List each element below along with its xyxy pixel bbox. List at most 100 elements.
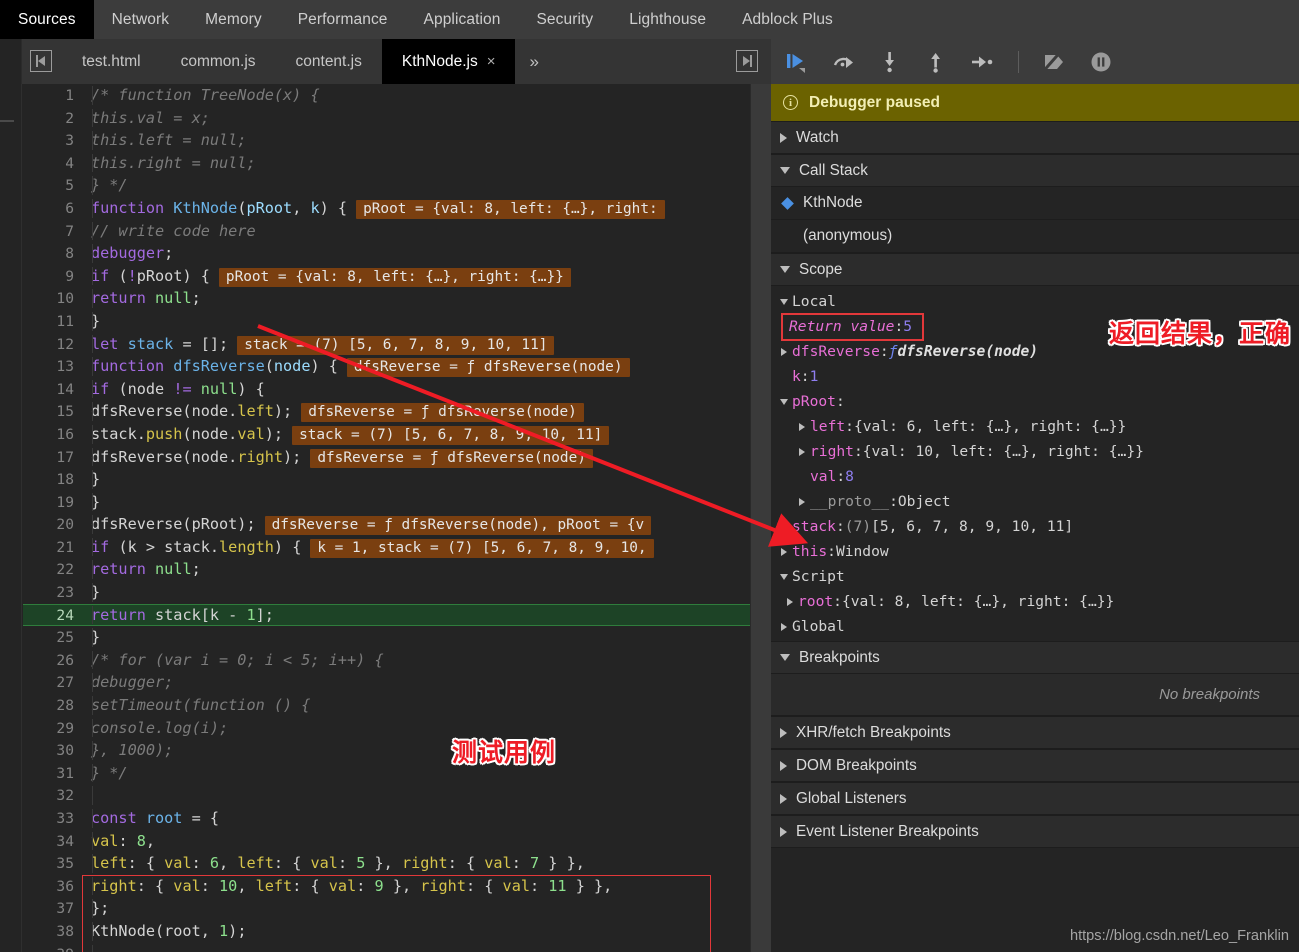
code-line[interactable]: 29 console.log(i); xyxy=(23,717,750,740)
line-number[interactable]: 13 xyxy=(23,356,83,379)
code-line[interactable]: 4 this.right = null; xyxy=(23,152,750,175)
code-line[interactable]: 12 let stack = []; stack = (7) [5, 6, 7, … xyxy=(23,333,750,356)
code-line[interactable]: 37}; xyxy=(23,897,750,920)
panel-tab-sources[interactable]: Sources xyxy=(0,0,94,39)
section-watch[interactable]: Watch xyxy=(771,121,1299,154)
code-line[interactable]: 35 left: { val: 6, left: { val: 5 }, rig… xyxy=(23,852,750,875)
line-number[interactable]: 33 xyxy=(23,808,83,831)
line-number[interactable]: 9 xyxy=(23,266,83,289)
code-line[interactable]: 8 debugger; xyxy=(23,242,750,265)
resume-script-icon[interactable] xyxy=(783,47,813,77)
line-number[interactable]: 2 xyxy=(23,108,83,131)
step-out-icon[interactable] xyxy=(921,47,951,77)
file-tab-content-js[interactable]: content.js xyxy=(276,39,382,84)
expand-toggle[interactable] xyxy=(775,398,792,405)
panel-tab-network[interactable]: Network xyxy=(94,0,188,39)
scope-row[interactable]: dfsReverse: ƒ dfsReverse(node) xyxy=(771,339,1299,364)
code-line[interactable]: 17 dfsReverse(node.right); dfsReverse = ƒ… xyxy=(23,446,750,469)
line-number[interactable]: 24 xyxy=(23,605,83,628)
panel-tab-lighthouse[interactable]: Lighthouse xyxy=(611,0,724,39)
scope-child-row[interactable]: val: 8 xyxy=(771,464,1299,489)
section-event-listener-breakpoints[interactable]: Event Listener Breakpoints xyxy=(771,815,1299,848)
line-number[interactable]: 29 xyxy=(23,718,83,741)
code-line[interactable]: 19 } xyxy=(23,491,750,514)
line-number[interactable]: 34 xyxy=(23,831,83,854)
line-number[interactable]: 15 xyxy=(23,401,83,424)
scope-row[interactable]: pRoot: xyxy=(771,389,1299,414)
code-line[interactable]: 20 dfsReverse(pRoot); dfsReverse = ƒ dfsR… xyxy=(23,513,750,536)
scope-local-header[interactable]: Local xyxy=(771,289,1299,314)
line-number[interactable]: 6 xyxy=(23,198,83,221)
scope-child-row[interactable]: __proto__: Object xyxy=(771,489,1299,514)
line-number[interactable]: 36 xyxy=(23,876,83,899)
scope-body[interactable]: Local Return value: 5 dfsReverse: ƒ dfsRev… xyxy=(771,286,1299,641)
pause-on-exceptions-icon[interactable] xyxy=(1086,47,1116,77)
file-tab-kthnode-js[interactable]: KthNode.js × xyxy=(381,39,516,84)
line-number[interactable]: 18 xyxy=(23,469,83,492)
line-number[interactable]: 37 xyxy=(23,898,83,921)
line-number[interactable]: 23 xyxy=(23,582,83,605)
code-lines[interactable]: 1 /* function TreeNode(x) {2 this.val = x… xyxy=(23,84,750,952)
code-line[interactable]: 36 right: { val: 10, left: { val: 9 }, r… xyxy=(23,875,750,898)
line-number[interactable]: 30 xyxy=(23,740,83,763)
panel-tab-adblock-plus[interactable]: Adblock Plus xyxy=(724,0,851,39)
expand-toggle[interactable] xyxy=(775,622,792,631)
section-breakpoints[interactable]: Breakpoints xyxy=(771,641,1299,674)
line-number[interactable]: 32 xyxy=(23,785,83,808)
expand-toggle[interactable] xyxy=(775,298,792,305)
inline-value[interactable]: dfsReverse = ƒ dfsReverse(node) xyxy=(310,448,593,468)
section-scope[interactable]: Scope xyxy=(771,253,1299,286)
code-line[interactable]: 27 debugger; xyxy=(23,671,750,694)
line-number[interactable]: 26 xyxy=(23,650,83,673)
line-number[interactable]: 35 xyxy=(23,853,83,876)
inline-value[interactable]: k = 1, stack = (7) [5, 6, 7, 8, 9, 10, xyxy=(310,538,654,558)
code-line[interactable]: 39 xyxy=(23,943,750,952)
line-number[interactable]: 22 xyxy=(23,559,83,582)
panel-divider[interactable] xyxy=(750,84,771,952)
line-number[interactable]: 27 xyxy=(23,672,83,695)
line-number[interactable]: 5 xyxy=(23,175,83,198)
line-number[interactable]: 16 xyxy=(23,424,83,447)
code-line[interactable]: 25} xyxy=(23,626,750,649)
code-line[interactable]: 9 if (!pRoot) {pRoot = {val: 8, left: {…… xyxy=(23,265,750,288)
deactivate-breakpoints-icon[interactable] xyxy=(1040,47,1070,77)
step-into-icon[interactable] xyxy=(875,47,905,77)
line-number[interactable]: 38 xyxy=(23,921,83,944)
section-xhr-fetch-breakpoints[interactable]: XHR/fetch Breakpoints xyxy=(771,716,1299,749)
inline-value[interactable]: pRoot = {val: 8, left: {…}, right: {…}} xyxy=(218,267,571,287)
line-number[interactable]: 28 xyxy=(23,695,83,718)
inline-value[interactable]: dfsReverse = ƒ dfsReverse(node), pRoot =… xyxy=(264,516,652,536)
line-number[interactable]: 12 xyxy=(23,334,83,357)
inline-value[interactable]: dfsReverse = ƒ dfsReverse(node) xyxy=(346,358,630,378)
panel-tab-application[interactable]: Application xyxy=(406,0,519,39)
call-stack-frame[interactable]: KthNode xyxy=(771,187,1299,220)
code-line[interactable]: 7 // write code here xyxy=(23,220,750,243)
inline-value[interactable]: dfsReverse = ƒ dfsReverse(node) xyxy=(301,403,584,423)
code-line[interactable]: 18 } xyxy=(23,468,750,491)
line-number[interactable]: 4 xyxy=(23,153,83,176)
code-line[interactable]: 24 return stack[k - 1]; xyxy=(23,603,750,628)
code-line[interactable]: 11 } xyxy=(23,310,750,333)
code-line[interactable]: 3 this.left = null; xyxy=(23,129,750,152)
line-number[interactable]: 10 xyxy=(23,288,83,311)
panel-tab-memory[interactable]: Memory xyxy=(187,0,280,39)
inline-value[interactable]: stack = (7) [5, 6, 7, 8, 9, 10, 11] xyxy=(237,335,555,355)
inline-value[interactable]: stack = (7) [5, 6, 7, 8, 9, 10, 11] xyxy=(292,425,610,445)
file-tab-test-html[interactable]: test.html xyxy=(62,39,161,84)
scope-child-row[interactable]: right: {val: 10, left: {…}, right: {…}} xyxy=(771,439,1299,464)
expand-toggle[interactable] xyxy=(793,422,810,431)
code-line[interactable]: 32 xyxy=(23,784,750,807)
line-number[interactable]: 17 xyxy=(23,447,83,470)
code-line[interactable]: 33 const root = { xyxy=(23,807,750,830)
code-line[interactable]: 16 stack.push(node.val); stack = (7) [5, … xyxy=(23,423,750,446)
line-number[interactable]: 1 xyxy=(23,85,83,108)
expand-toggle[interactable] xyxy=(793,497,810,506)
scope-global-header[interactable]: Global xyxy=(771,614,1299,639)
inline-value[interactable]: pRoot = {val: 8, left: {…}, right: xyxy=(356,199,665,219)
expand-toggle[interactable] xyxy=(775,547,792,556)
code-line[interactable]: 5} */ xyxy=(23,174,750,197)
line-number[interactable]: 3 xyxy=(23,130,83,153)
code-editor[interactable]: 1 /* function TreeNode(x) {2 this.val = x… xyxy=(0,84,750,952)
call-stack-frame[interactable]: (anonymous) xyxy=(771,220,1299,253)
code-line[interactable]: 21 if (k > stack.length) {k = 1, stack =… xyxy=(23,536,750,559)
